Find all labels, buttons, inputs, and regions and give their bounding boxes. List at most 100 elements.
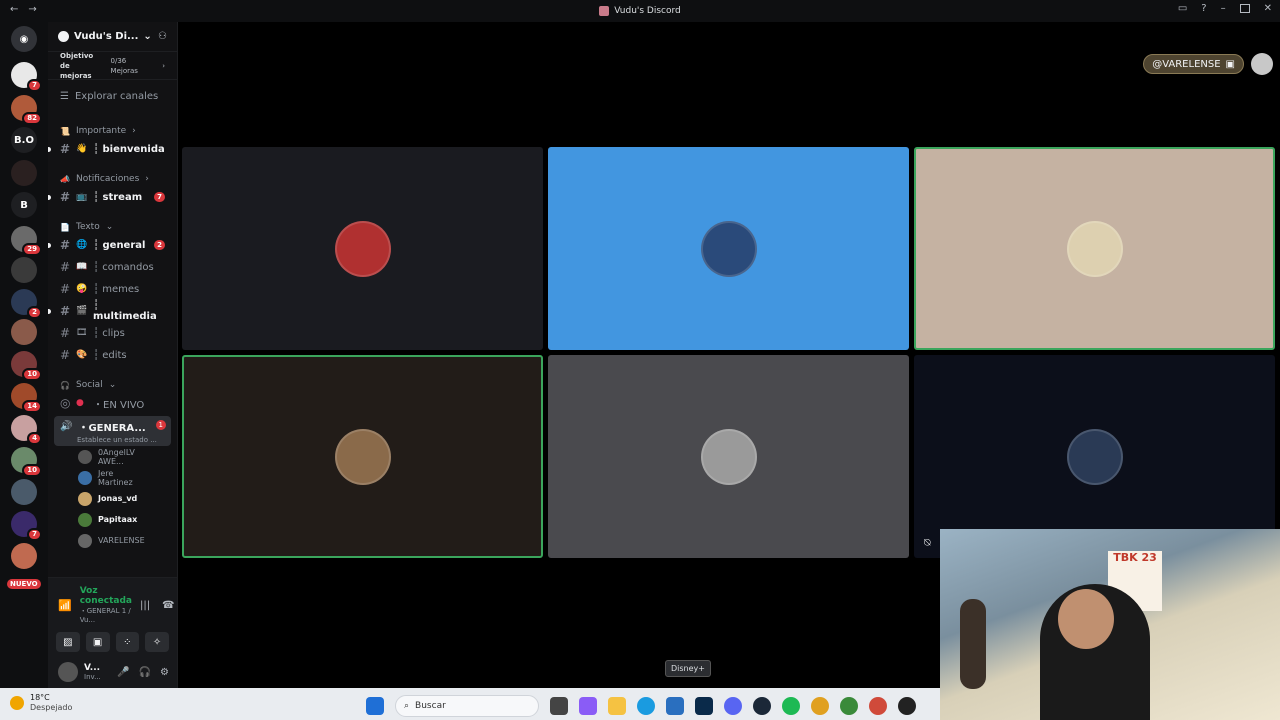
- discord-home-button[interactable]: ◉: [11, 26, 37, 52]
- voice-user[interactable]: VARELENSE: [48, 530, 177, 551]
- unread-pip: [48, 242, 51, 248]
- camera-off-button[interactable]: ▨: [56, 632, 80, 652]
- participant-tile[interactable]: ⍉: [914, 355, 1275, 558]
- server-icon[interactable]: 10: [11, 447, 42, 477]
- server-icon[interactable]: 7: [11, 62, 42, 92]
- category-notificaciones[interactable]: 📣 Notificaciones ›: [48, 172, 177, 186]
- channel-name: ┆ stream: [93, 191, 143, 203]
- hash-icon: #: [60, 190, 71, 204]
- start-icon[interactable]: [366, 697, 384, 715]
- maximize-button[interactable]: [1239, 4, 1250, 13]
- mention-badge: 10: [22, 464, 42, 477]
- participant-tile[interactable]: [548, 147, 909, 350]
- server-icon[interactable]: 2: [11, 289, 42, 319]
- search-input[interactable]: ⌕ Buscar: [395, 695, 539, 717]
- voice-channel-status[interactable]: Establece un estado ...: [77, 436, 165, 444]
- category-social[interactable]: 🎧 Social ⌄: [48, 378, 177, 392]
- forward-arrow-icon[interactable]: →: [28, 4, 36, 15]
- voice-user[interactable]: Papitaax: [48, 509, 177, 530]
- channel-general[interactable]: # 🌐 ┆ general 2: [48, 234, 177, 256]
- microphone-icon[interactable]: 🎤: [117, 667, 129, 678]
- spotify-icon[interactable]: [782, 697, 800, 715]
- minimize-button[interactable]: –: [1221, 3, 1226, 14]
- channel-name: ┆ clips: [93, 327, 125, 339]
- server-icon[interactable]: 14: [11, 383, 42, 413]
- server-icon[interactable]: [11, 479, 37, 505]
- voice-user[interactable]: Jonas_vd: [48, 488, 177, 509]
- back-arrow-icon[interactable]: ←: [10, 4, 18, 15]
- hash-icon: #: [60, 326, 71, 340]
- soundboard-button[interactable]: ✧: [145, 632, 169, 652]
- channel-comandos[interactable]: # 📖 ┆ comandos: [48, 256, 177, 278]
- store-icon[interactable]: [666, 697, 684, 715]
- discord-icon[interactable]: [724, 697, 742, 715]
- channel-stream[interactable]: # 📺 ┆ stream 7: [48, 186, 177, 208]
- participant-tile[interactable]: [914, 147, 1275, 350]
- app-icon[interactable]: [898, 697, 916, 715]
- server-icon[interactable]: 4: [11, 415, 42, 445]
- channel-bienvenida[interactable]: # 👋 ┆ bienvenida: [48, 138, 177, 160]
- voice-channel-link[interactable]: ・GENERAL 1 / Vu...: [80, 606, 132, 624]
- mention-badge: 1: [155, 420, 166, 430]
- streamer-pill[interactable]: @VARELENSE ▣: [1143, 54, 1244, 74]
- weather-widget[interactable]: 18°C Despejado: [10, 693, 72, 713]
- boost-progress[interactable]: Objetivo de mejoras 0/36 Mejoras ›: [48, 52, 177, 80]
- server-icon[interactable]: [11, 257, 37, 283]
- voice-user-name: VARELENSE: [98, 536, 145, 545]
- task-view-icon[interactable]: [550, 697, 568, 715]
- voice-user[interactable]: Jere Martinez: [48, 467, 177, 488]
- server-icon[interactable]: [11, 543, 37, 569]
- inbox-icon[interactable]: ▭: [1178, 3, 1187, 14]
- voice-user[interactable]: 0AngelLV AWE...: [48, 446, 177, 467]
- server-icon[interactable]: 7: [11, 511, 42, 541]
- mention-badge: 29: [22, 243, 42, 256]
- guild-header[interactable]: Vudu's Di... ⌄ ⚇: [48, 22, 177, 52]
- copilot-icon[interactable]: [579, 697, 597, 715]
- server-icon[interactable]: 82: [11, 95, 42, 125]
- server-icon[interactable]: B: [11, 192, 37, 218]
- taskbar-tooltip: Disney+: [665, 660, 711, 677]
- invite-icon[interactable]: ⚇: [158, 31, 167, 42]
- participant-tile[interactable]: [548, 355, 909, 558]
- channel-memes[interactable]: # 🤪 ┆ memes: [48, 278, 177, 300]
- chevron-down-icon: ⌄: [105, 222, 114, 232]
- steam-icon[interactable]: [753, 697, 771, 715]
- disney-plus-icon[interactable]: [695, 697, 713, 715]
- chrome-icon[interactable]: [869, 697, 887, 715]
- participant-tile[interactable]: [182, 147, 543, 350]
- close-button[interactable]: ✕: [1264, 3, 1272, 14]
- noise-suppression-icon[interactable]: |||: [140, 600, 150, 611]
- help-icon[interactable]: ?: [1201, 3, 1206, 14]
- explore-label: Explorar canales: [74, 90, 159, 102]
- server-icon[interactable]: 29: [11, 226, 42, 256]
- avatar: [78, 491, 92, 506]
- chrome-icon[interactable]: [811, 697, 829, 715]
- channel-envivo[interactable]: ◎ ● ・EN VIVO: [48, 392, 177, 414]
- avatar: [78, 470, 92, 485]
- server-icon[interactable]: [11, 319, 37, 345]
- mention-badge: 10: [22, 368, 42, 381]
- voice-channel-general[interactable]: 🔊 ・GENERA... Establece un estado ... 1: [54, 416, 171, 446]
- channel-clips[interactable]: # 🎞 ┆ clips: [48, 322, 177, 344]
- explore-channels[interactable]: ☰ Explorar canales: [48, 80, 177, 112]
- server-icon[interactable]: 10: [11, 351, 42, 381]
- server-icon[interactable]: [11, 160, 37, 186]
- channel-multimedia[interactable]: # 🎬 ┆ multimedia: [48, 300, 177, 322]
- edge-icon[interactable]: [637, 697, 655, 715]
- file-explorer-icon[interactable]: [608, 697, 626, 715]
- avatar[interactable]: [1251, 53, 1273, 75]
- category-importante[interactable]: 📜 Importante ›: [48, 124, 177, 138]
- server-icon[interactable]: B.O: [11, 127, 37, 153]
- avatar[interactable]: [58, 662, 78, 682]
- chevron-right-icon: ›: [145, 174, 149, 184]
- headphones-icon[interactable]: 🎧: [139, 667, 151, 678]
- gear-icon[interactable]: ⚙: [160, 667, 169, 678]
- participant-tile[interactable]: [182, 355, 543, 558]
- disconnect-icon[interactable]: ☎: [162, 600, 174, 611]
- screen-share-button[interactable]: ▣: [85, 632, 110, 652]
- hash-icon: #: [60, 282, 71, 296]
- category-texto[interactable]: 📄 Texto ⌄: [48, 220, 177, 234]
- activities-button[interactable]: ⁘: [115, 632, 140, 652]
- channel-edits[interactable]: # 🎨 ┆ edits: [48, 344, 177, 366]
- chrome-icon[interactable]: [840, 697, 858, 715]
